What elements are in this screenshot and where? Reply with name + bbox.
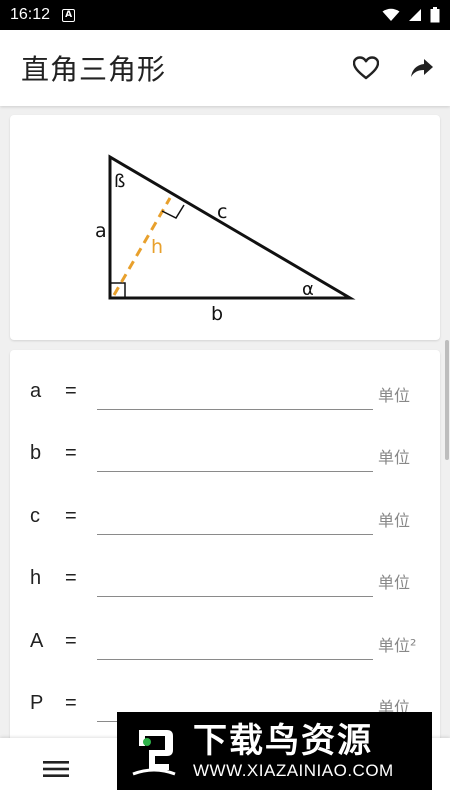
battery-icon [430,7,440,23]
hamburger-menu-icon [43,761,69,777]
equals-sign: = [65,630,77,652]
field-label: h [30,567,42,589]
equals-sign: = [65,442,77,464]
height-right-angle-marker [161,204,185,219]
field-row-a: a = 单位 [10,374,440,414]
right-triangle-diagram: ß a c h α b [95,154,356,325]
page-title: 直角三角形 [21,53,167,86]
unit-label[interactable]: 单位² [378,632,416,656]
share-button[interactable] [394,40,450,96]
field-row-area: A = 单位² [10,624,440,664]
watermark-title: 下载鸟资源 [193,721,373,761]
field-label: a [30,380,42,402]
watermark-text: 下载鸟资源 WWW.XIAZAINIAO.COM [193,721,394,781]
side-b-input[interactable] [97,444,373,472]
field-row-c: c = 单位 [10,499,440,539]
area-input[interactable] [97,632,373,660]
app-bar: 直角三角形 [0,30,450,106]
field-label: c [30,505,40,527]
label-alpha: α [302,279,314,300]
status-bar: 16:12 A [0,0,450,30]
height-h-input[interactable] [97,569,373,597]
watermark-url: WWW.XIAZAINIAO.COM [193,761,394,780]
label-beta: ß [114,171,125,192]
field-label: P [30,692,44,714]
input-fields-card: a = 单位 b = 单位 c = 单位 h = 单位 A = 单位² P = … [10,350,440,770]
equals-sign: = [65,380,77,402]
side-a-input[interactable] [97,382,373,410]
watermark-logo [123,720,185,782]
label-h: h [151,236,163,258]
unit-label[interactable]: 单位 [378,569,410,593]
field-label: b [30,442,42,464]
scrollbar[interactable] [445,340,449,460]
label-c: c [217,201,227,223]
triangle-diagram-card: ß a c h α b [10,115,440,340]
notification-icon: A [62,8,76,22]
equals-sign: = [65,505,77,527]
app-actions [338,40,450,96]
unit-label[interactable]: 单位 [378,382,410,406]
status-time: 16:12 [10,6,51,23]
watermark-banner: 下载鸟资源 WWW.XIAZAINIAO.COM [117,712,432,790]
field-row-b: b = 单位 [10,436,440,476]
status-icons [382,7,440,23]
triangle-outline [108,154,356,300]
menu-button[interactable] [36,752,76,786]
label-a: a [95,220,107,242]
unit-label[interactable]: 单位 [378,507,410,531]
unit-label[interactable]: 单位 [378,444,410,468]
favorite-button[interactable] [338,40,394,96]
signal-icon [409,9,421,21]
field-row-h: h = 单位 [10,561,440,601]
wifi-icon [382,8,400,21]
field-label: A [30,630,44,652]
equals-sign: = [65,567,77,589]
heart-icon [353,56,379,80]
side-c-input[interactable] [97,507,373,535]
share-icon [411,59,433,77]
equals-sign: = [65,692,77,714]
label-b: b [211,303,223,325]
